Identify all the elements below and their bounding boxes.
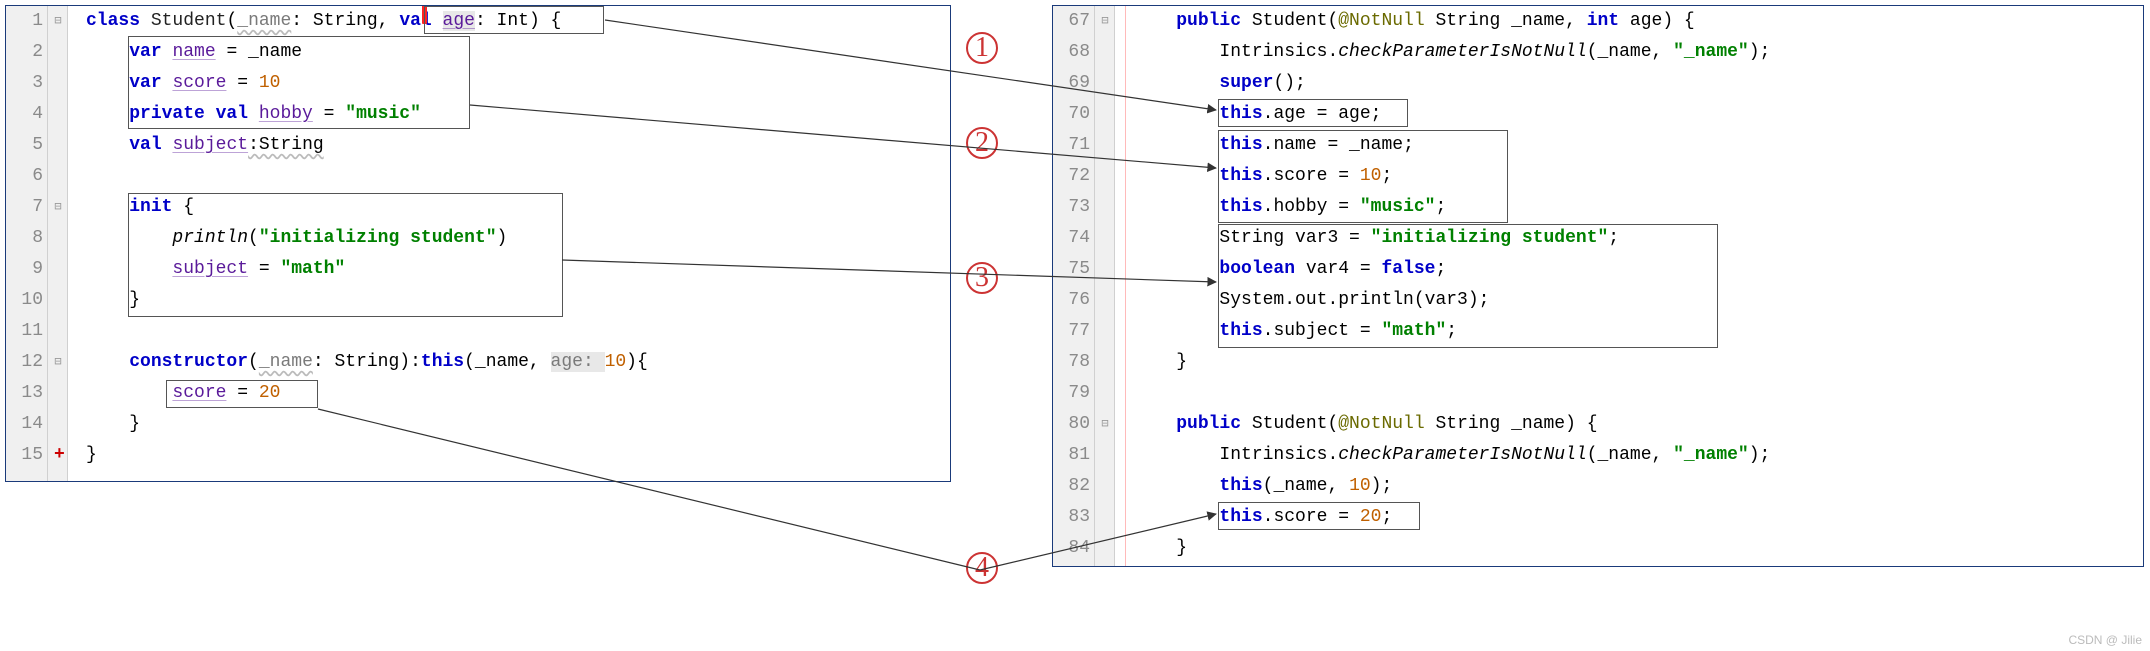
code-line[interactable]: var score = 10	[86, 68, 950, 99]
keyword-class: class	[86, 11, 140, 31]
left-code-area[interactable]: class Student(_name: String, val age: In…	[86, 6, 950, 481]
fold-icon[interactable]: ⊟	[1095, 409, 1115, 440]
param-age: age	[443, 11, 475, 31]
left-gutter2	[48, 6, 68, 481]
code-line[interactable]: private val hobby = "music"	[86, 99, 950, 130]
code-line[interactable]: constructor(_name: String):this(_name, a…	[86, 347, 950, 378]
code-line[interactable]: this.score = 10;	[1133, 161, 2143, 192]
code-line[interactable]	[1133, 378, 2143, 409]
right-code-pane: 676869707172737475767778798081828384 ⊟ ⊟…	[1052, 5, 2144, 567]
fold-icon[interactable]: ⊟	[48, 192, 68, 223]
right-gutter: 676869707172737475767778798081828384	[1053, 6, 1095, 566]
modification-marker: +	[54, 440, 65, 471]
right-code-area[interactable]: public Student(@NotNull String _name, in…	[1133, 6, 2143, 566]
keyword-init: init	[129, 197, 172, 217]
code-line[interactable]: this.name = _name;	[1133, 130, 2143, 161]
prop-score: score	[172, 73, 226, 93]
left-gutter: 123456789101112131415	[6, 6, 48, 481]
code-line[interactable]: }	[86, 285, 950, 316]
fold-icon[interactable]: ⊟	[48, 347, 68, 378]
code-line[interactable]: public Student(@NotNull String _name, in…	[1133, 6, 2143, 37]
code-line[interactable]: }	[1133, 347, 2143, 378]
prop-name: name	[172, 42, 215, 62]
left-code-pane: 123456789101112131415 ⊟ ⊟ ⊟ + class Stud…	[5, 5, 951, 482]
class-name: Student	[151, 11, 227, 31]
code-line[interactable]: println("initializing student")	[86, 223, 950, 254]
callout-1: 1	[966, 32, 998, 64]
code-line[interactable]: public Student(@NotNull String _name) {	[1133, 409, 2143, 440]
code-line[interactable]: var name = _name	[86, 37, 950, 68]
margin-line	[1125, 6, 1126, 566]
code-line[interactable]: val subject:String	[86, 130, 950, 161]
code-line[interactable]: init {	[86, 192, 950, 223]
right-gutter2	[1095, 6, 1115, 566]
code-line[interactable]: }	[86, 440, 950, 471]
param-hint: age:	[551, 352, 605, 372]
code-line[interactable]: score = 20	[86, 378, 950, 409]
prop-subject: subject	[172, 135, 248, 155]
code-line[interactable]: this.age = age;	[1133, 99, 2143, 130]
code-line[interactable]: }	[1133, 533, 2143, 564]
callout-4: 4	[966, 552, 998, 584]
code-line[interactable]: this.hobby = "music";	[1133, 192, 2143, 223]
code-line[interactable]: this(_name, 10);	[1133, 471, 2143, 502]
code-line[interactable]: String var3 = "initializing student";	[1133, 223, 2143, 254]
code-line[interactable]: boolean var4 = false;	[1133, 254, 2143, 285]
prop-hobby: hobby	[259, 104, 313, 124]
code-line[interactable]: System.out.println(var3);	[1133, 285, 2143, 316]
code-line[interactable]: Intrinsics.checkParameterIsNotNull(_name…	[1133, 37, 2143, 68]
code-line[interactable]: Intrinsics.checkParameterIsNotNull(_name…	[1133, 440, 2143, 471]
keyword-this: this	[421, 352, 464, 372]
code-line[interactable]: this.score = 20;	[1133, 502, 2143, 533]
callout-2: 2	[966, 127, 998, 159]
code-line[interactable]: class Student(_name: String, val age: In…	[86, 6, 950, 37]
code-line[interactable]	[86, 316, 950, 347]
code-line[interactable]: }	[86, 409, 950, 440]
code-line[interactable]: super();	[1133, 68, 2143, 99]
fn-println: println	[172, 228, 248, 248]
error-marker	[422, 5, 427, 24]
code-line[interactable]	[86, 161, 950, 192]
code-line[interactable]: this.subject = "math";	[1133, 316, 2143, 347]
watermark: CSDN @ Jilie	[2068, 633, 2142, 647]
keyword-super: super	[1219, 73, 1273, 93]
code-line[interactable]: subject = "math"	[86, 254, 950, 285]
fold-icon[interactable]: ⊟	[48, 6, 68, 37]
param-name: _name	[237, 11, 291, 31]
keyword-val: val	[399, 11, 442, 31]
fold-icon[interactable]: ⊟	[1095, 6, 1115, 37]
annotation-notnull: @NotNull	[1338, 11, 1424, 31]
keyword-constructor: constructor	[129, 352, 248, 372]
callout-3: 3	[966, 262, 998, 294]
